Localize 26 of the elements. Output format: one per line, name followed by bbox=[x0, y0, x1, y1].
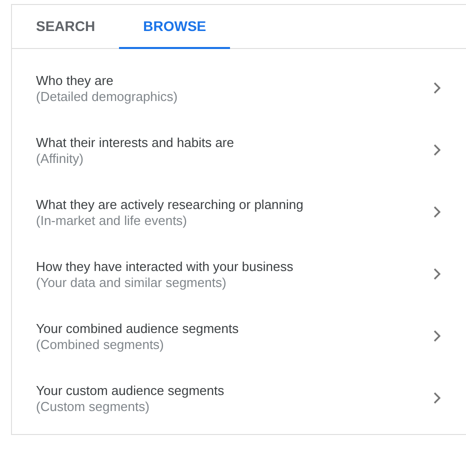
chevron-right-icon bbox=[433, 392, 441, 404]
tab[interactable]: BROWSE bbox=[119, 5, 230, 49]
item-subtitle: (Affinity) bbox=[36, 150, 84, 166]
list-item[interactable]: What their interests and habits are (Affinity) bbox=[12, 119, 466, 181]
list-item[interactable]: How they have interacted with your business (Your data and similar segments) bbox=[12, 243, 466, 305]
item-title: What they are actively researching or planning bbox=[36, 196, 304, 212]
item-title: What their interests and habits are bbox=[36, 134, 235, 150]
list-item[interactable]: Your custom audience segments (Custom segments) bbox=[12, 367, 466, 429]
item-subtitle: (Combined segments) bbox=[36, 336, 165, 352]
item-subtitle: (In-market and life events) bbox=[36, 212, 188, 228]
item-title: Your custom audience segments bbox=[36, 382, 226, 398]
chevron-right-icon bbox=[433, 206, 441, 218]
item-title: How they have interacted with your business bbox=[36, 258, 294, 274]
chevron-right-icon bbox=[433, 82, 441, 94]
item-title: Who they are bbox=[36, 72, 114, 88]
chevron-right-icon bbox=[433, 268, 441, 280]
list-item[interactable]: What they are actively researching or planning (In-market and life events) bbox=[12, 181, 466, 243]
item-subtitle: (Custom segments) bbox=[36, 398, 150, 414]
item-title: Your combined audience segments bbox=[36, 320, 240, 336]
chevron-right-icon bbox=[433, 144, 441, 156]
item-subtitle: (Your data and similar segments) bbox=[36, 274, 228, 290]
list-item[interactable]: Who they are (Detailed demographics) bbox=[12, 57, 466, 119]
tab[interactable]: SEARCH bbox=[12, 5, 120, 49]
chevron-right-icon bbox=[433, 330, 441, 342]
list-item[interactable]: Your combined audience segments (Combined segments) bbox=[12, 305, 466, 367]
item-subtitle: (Detailed demographics) bbox=[36, 88, 179, 104]
